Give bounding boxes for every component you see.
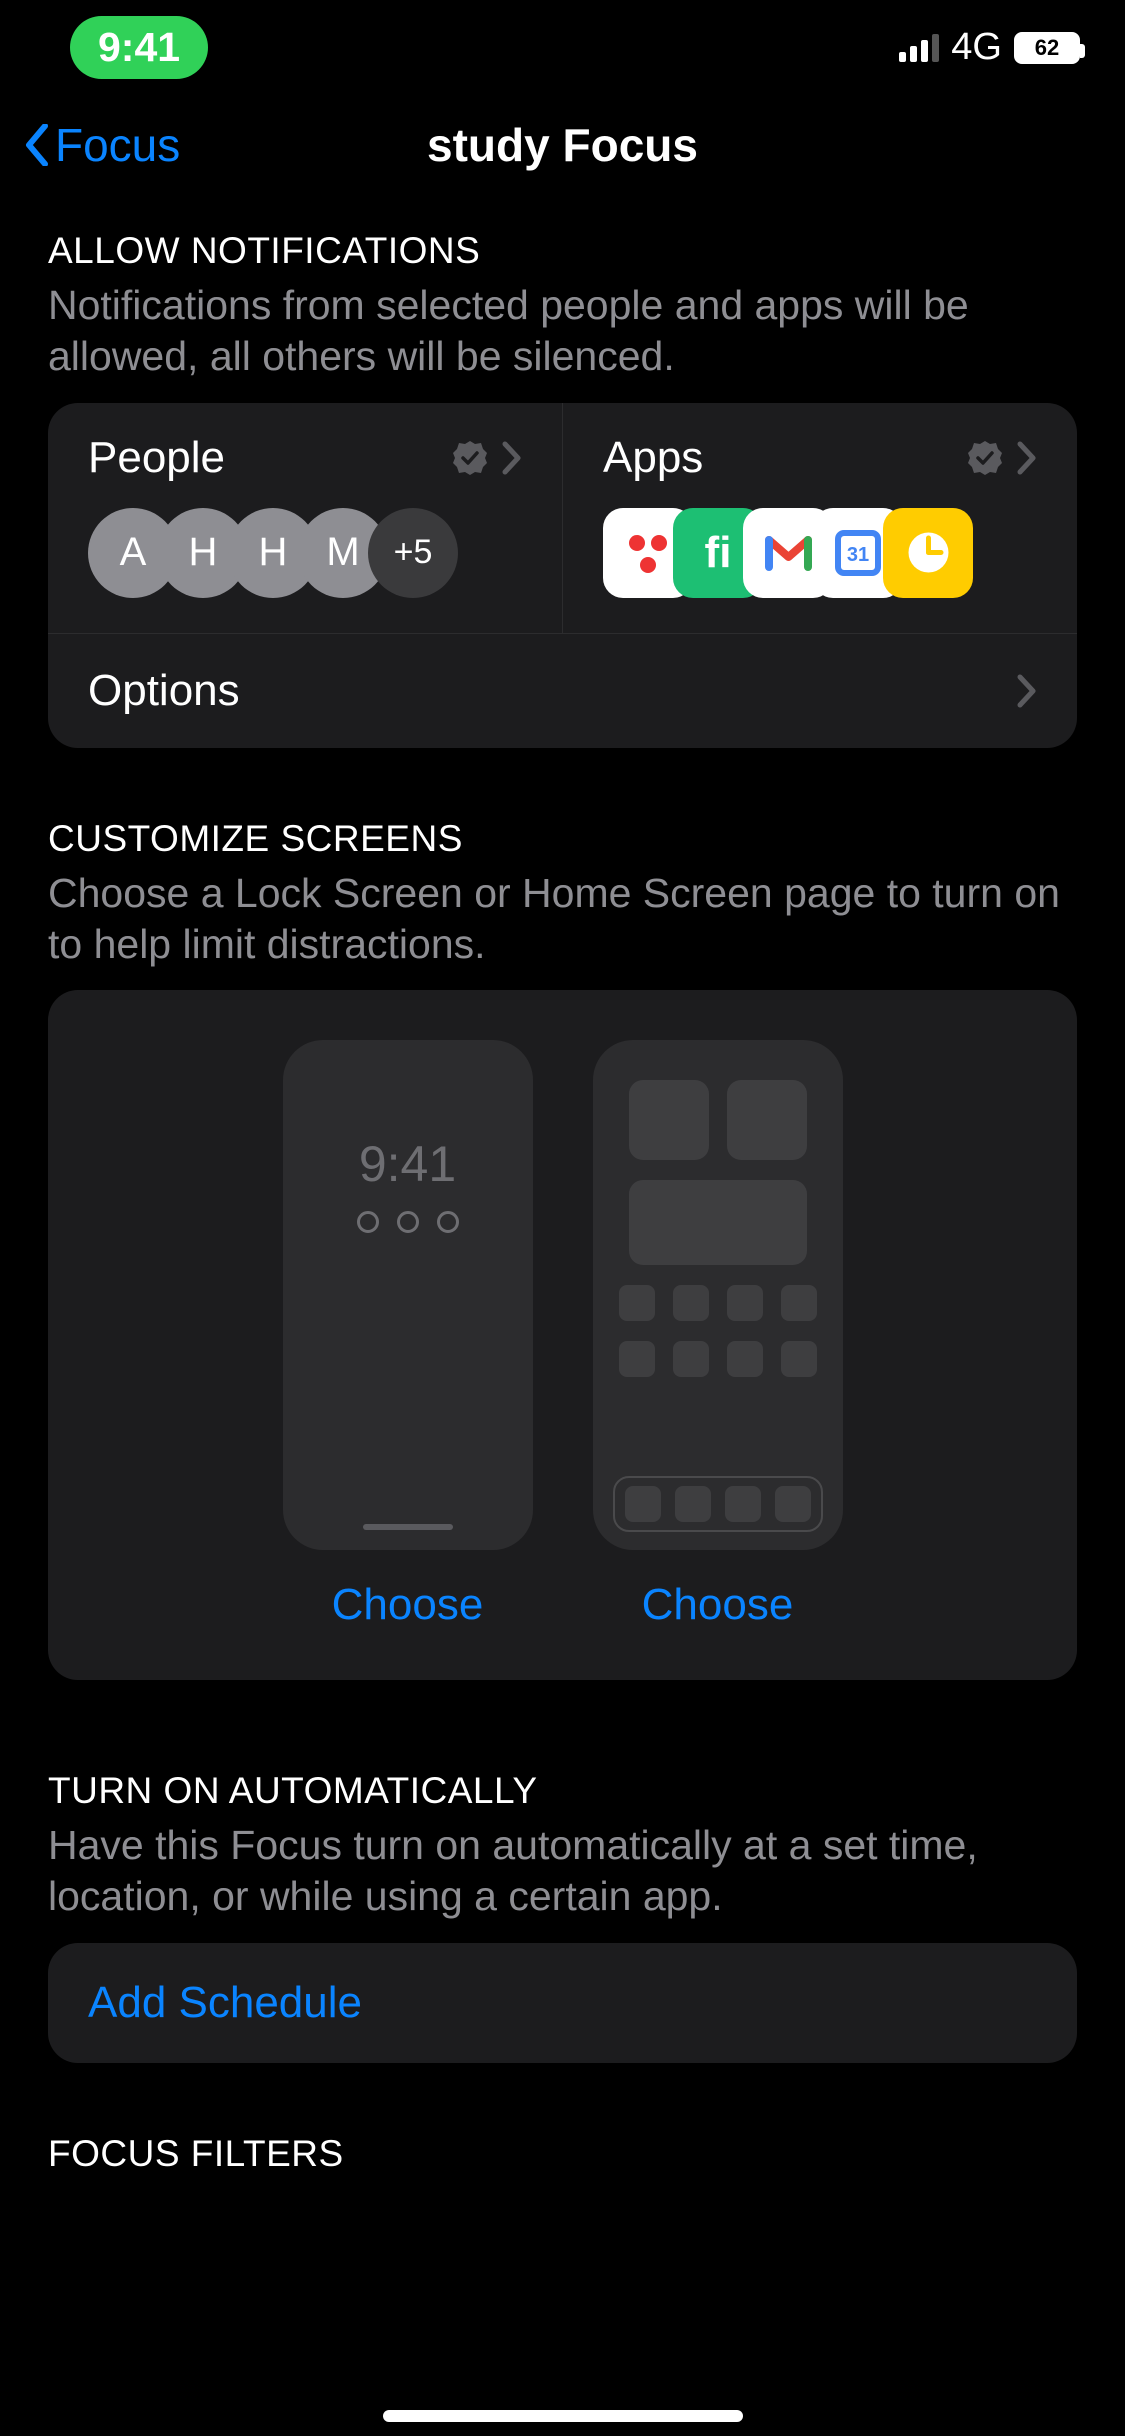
options-label: Options	[88, 666, 240, 716]
app-icon	[883, 508, 973, 598]
cellular-signal-icon	[899, 34, 939, 62]
people-avatars: A H H M +5	[88, 508, 522, 598]
add-schedule-label: Add Schedule	[88, 1978, 1037, 2028]
choose-lock-screen-button[interactable]: Choose	[332, 1580, 484, 1630]
nav-bar: Focus study Focus	[0, 95, 1125, 195]
choose-home-screen-button[interactable]: Choose	[642, 1580, 794, 1630]
section-header-auto: TURN ON AUTOMATICALLY	[0, 1680, 1125, 1820]
notifications-card: People A H H M +5	[48, 403, 1077, 748]
people-cell[interactable]: People A H H M +5	[48, 403, 562, 633]
checkmark-seal-icon	[967, 440, 1003, 476]
checkmark-seal-icon	[452, 440, 488, 476]
apps-label: Apps	[603, 433, 703, 483]
section-sub-screens: Choose a Lock Screen or Home Screen page…	[0, 868, 1125, 991]
home-indicator[interactable]	[383, 2410, 743, 2422]
network-label: 4G	[951, 26, 1002, 69]
home-indicator-icon	[363, 1524, 453, 1530]
lock-screen-column: 9:41 Choose	[283, 1040, 533, 1630]
section-sub-auto: Have this Focus turn on automatically at…	[0, 1820, 1125, 1943]
status-time-pill[interactable]: 9:41	[70, 16, 208, 79]
lock-screen-preview[interactable]: 9:41	[283, 1040, 533, 1550]
lock-screen-time: 9:41	[359, 1135, 456, 1193]
dock-icon	[613, 1476, 823, 1532]
screens-card: 9:41 Choose Choose	[48, 990, 1077, 1680]
add-schedule-card[interactable]: Add Schedule	[48, 1943, 1077, 2063]
back-button[interactable]: Focus	[25, 118, 180, 172]
people-label: People	[88, 433, 225, 483]
home-screen-column: Choose	[593, 1040, 843, 1630]
apps-icons: fi 31	[603, 508, 1037, 598]
chevron-left-icon	[25, 124, 49, 166]
apps-cell[interactable]: Apps fi	[562, 403, 1077, 633]
avatar-more: +5	[368, 508, 458, 598]
chevron-right-icon	[502, 441, 522, 475]
section-header-notifications: ALLOW NOTIFICATIONS	[0, 195, 1125, 280]
options-row[interactable]: Options	[48, 633, 1077, 748]
back-label: Focus	[55, 118, 180, 172]
battery-icon: 62	[1014, 32, 1080, 64]
section-header-filters: FOCUS FILTERS	[0, 2063, 1125, 2183]
chevron-right-icon	[1017, 441, 1037, 475]
home-screen-preview[interactable]	[593, 1040, 843, 1550]
svg-text:31: 31	[847, 544, 869, 566]
chevron-right-icon	[1017, 674, 1037, 708]
section-header-screens: CUSTOMIZE SCREENS	[0, 748, 1125, 868]
status-right: 4G 62	[899, 26, 1080, 69]
lock-screen-widgets-icon	[357, 1211, 459, 1233]
section-sub-notifications: Notifications from selected people and a…	[0, 280, 1125, 403]
status-bar: 9:41 4G 62	[0, 0, 1125, 95]
